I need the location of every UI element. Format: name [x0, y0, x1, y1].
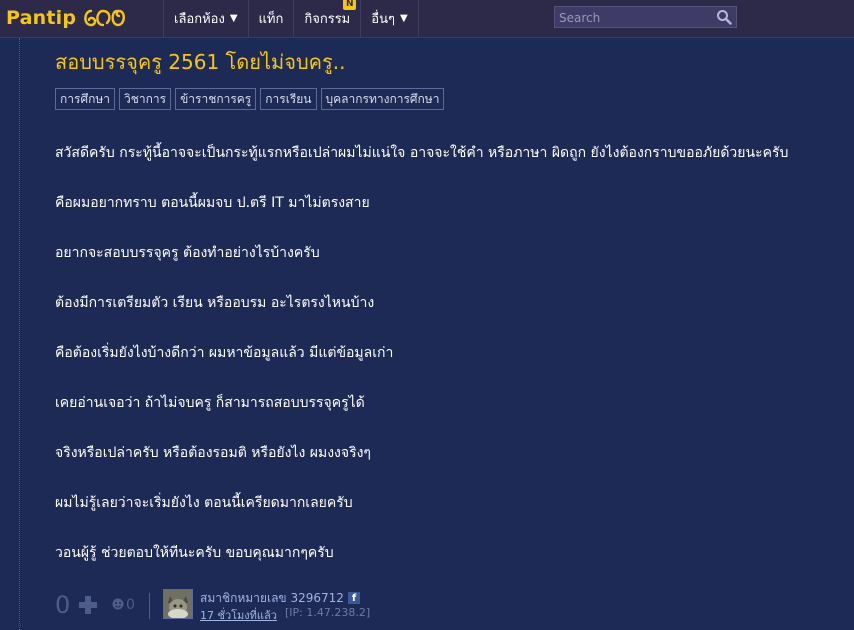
tag-study[interactable]: การเรียน: [260, 88, 317, 110]
pantip-logo[interactable]: Pantip: [6, 4, 129, 32]
logo-text: Pantip: [6, 7, 77, 29]
post-body-line: คือผมอยากทราบ ตอนนี้ผมจบ ป.ตรี IT มาไม่ต…: [55, 195, 370, 211]
emotion-count: 0: [126, 597, 135, 613]
vote-score: 0: [55, 591, 71, 619]
nav-item-activities[interactable]: กิจกรรม N: [293, 0, 360, 37]
post-footer: 0 0 สมาชิกหมายเลข 3296712 f 17 ชั่วโมงที…: [55, 589, 415, 623]
facebook-icon: f: [348, 592, 360, 604]
post-body-line: อยากจะสอบบรรจุครู ต้องทำอย่างไรบ้างครับ: [55, 245, 320, 261]
thread-guide-line: [19, 38, 21, 630]
tag-academic[interactable]: วิชาการ: [118, 88, 172, 110]
post-body-line: จริงหรือเปล่าครับ หรือต้องรอมติ หรือยังไ…: [55, 445, 371, 461]
search-box: [554, 6, 737, 28]
nav-item-label: เลือกห้อง: [174, 12, 225, 27]
post-title: สอบบรรจุครู 2561 โดยไม่จบครู..: [55, 50, 346, 74]
post-body-line: ต้องมีการเตรียมตัว เรียน หรืออบรม อะไรตร…: [55, 295, 375, 311]
footer-divider: [149, 593, 150, 619]
post-body-line: คือต้องเริ่มยังไงบ้างดีกว่า ผมหาข้อมูลแล…: [55, 345, 394, 361]
caret-down-icon: ▼: [399, 13, 408, 24]
nav-item-more[interactable]: อื่นๆ ▼: [360, 0, 419, 37]
nav-item-label: อื่นๆ: [371, 12, 395, 27]
caret-down-icon: ▼: [229, 13, 238, 24]
post-body-line: ผมไม่รู้เลยว่าจะเริ่มยังไง ตอนนี้เครียดม…: [55, 495, 353, 511]
new-badge: N: [343, 0, 357, 10]
cat-avatar-icon: [164, 590, 192, 618]
nav-item-label: แท็ก: [258, 12, 284, 27]
pantip-logo-mark-icon: [84, 9, 126, 27]
tag-civil-servant-teacher[interactable]: ข้าราชการครู: [175, 88, 257, 110]
tag-list: การศึกษา วิชาการ ข้าราชการครู การเรียน บ…: [55, 88, 448, 110]
search-icon[interactable]: [716, 9, 732, 25]
post-body-line: วอนผู้รู้ ช่วยตอบให้ทีนะครับ ขอบคุณมากๆค…: [55, 545, 334, 561]
post-time-link[interactable]: 17 ชั่วโมงที่แล้ว: [200, 606, 277, 624]
top-navbar: Pantip เลือกห้อง ▼ แท็ก กิจกรรม N อื่นๆ …: [0, 0, 854, 38]
nav-item-label: กิจกรรม: [304, 12, 351, 27]
ip-address: [IP: 1.47.238.2]: [285, 606, 371, 619]
main-nav: เลือกห้อง ▼ แท็ก กิจกรรม N อื่นๆ ▼: [163, 0, 419, 37]
nav-item-tags[interactable]: แท็ก: [247, 0, 294, 37]
plus-vote-icon[interactable]: [78, 595, 98, 615]
nav-item-choose-room[interactable]: เลือกห้อง ▼: [163, 0, 248, 37]
tag-education[interactable]: การศึกษา: [55, 88, 115, 110]
emotion-face-icon[interactable]: [112, 598, 124, 610]
avatar[interactable]: [163, 589, 193, 619]
post-body-line: สวัสดีครับ กระทู้นี้อาจจะเป็นกระทู้แรกหร…: [55, 145, 789, 161]
post-body-line: เคยอ่านเจอว่า ถ้าไม่จบครู ก็สามารถสอบบรร…: [55, 395, 365, 411]
search-input[interactable]: [557, 8, 711, 28]
tag-education-personnel[interactable]: บุคลากรทางการศึกษา: [320, 88, 445, 110]
